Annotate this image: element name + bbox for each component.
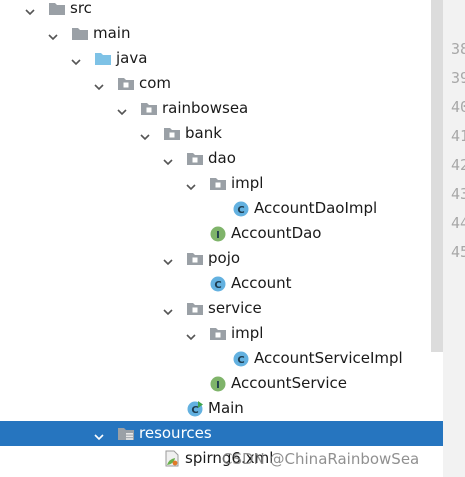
tree-node-main[interactable]: main [0, 21, 443, 46]
package-icon [186, 250, 204, 267]
line-number: 41 [451, 127, 465, 145]
tree-node-label: AccountServiceImpl [254, 349, 403, 367]
tree-node-label: dao [208, 149, 236, 167]
interface-icon: I [209, 375, 227, 392]
line-number: 44 [451, 214, 465, 232]
interface-icon: I [209, 225, 227, 242]
main-class-icon: C [186, 400, 204, 417]
chevron-down-icon[interactable] [25, 3, 35, 16]
tree-node-bank[interactable]: bank [0, 121, 443, 146]
xml-file-icon [163, 450, 181, 467]
chevron-down-icon[interactable] [48, 28, 58, 41]
chevron-down-icon[interactable] [163, 253, 173, 266]
line-number: 39 [451, 69, 465, 87]
svg-text:I: I [216, 380, 220, 391]
tree-node-label: src [70, 0, 92, 17]
watermark: CSDN @ChinaRainbowSea [222, 450, 420, 468]
chevron-down-icon[interactable] [140, 128, 150, 141]
chevron-down-icon[interactable] [94, 78, 104, 91]
tree-node-label: AccountDao [231, 224, 322, 242]
tree-node-dao[interactable]: dao [0, 146, 443, 171]
tree-node-accountserviceimpl[interactable]: C AccountServiceImpl [0, 346, 443, 371]
package-icon [186, 150, 204, 167]
line-number: 42 [451, 156, 465, 174]
tree-node-impl[interactable]: impl [0, 321, 443, 346]
tree-scrollbar[interactable] [431, 0, 443, 352]
tree-node-account[interactable]: C Account [0, 271, 443, 296]
tree-node-label: impl [231, 174, 264, 192]
tree-node-label: rainbowsea [162, 99, 249, 117]
package-icon [163, 125, 181, 142]
tree-node-label: AccountDaoImpl [254, 199, 378, 217]
tree-node-pojo[interactable]: pojo [0, 246, 443, 271]
tree-node-label: service [208, 299, 262, 317]
tree-node-resources[interactable]: resources [0, 421, 443, 446]
chevron-down-icon[interactable] [163, 153, 173, 166]
tree-node-label: AccountService [231, 374, 348, 392]
line-number: 45 [451, 243, 465, 261]
class-icon: C [232, 350, 250, 367]
svg-text:C: C [214, 280, 221, 291]
tree-node-label: pojo [208, 249, 241, 267]
folder-icon [48, 0, 66, 17]
package-icon [186, 300, 204, 317]
chevron-down-icon[interactable] [163, 303, 173, 316]
tree-node-main[interactable]: C Main [0, 396, 443, 421]
tree-node-label: main [93, 24, 131, 42]
tree-node-impl[interactable]: impl [0, 171, 443, 196]
tree-node-label: com [139, 74, 172, 92]
project-tree[interactable]: src main java com rainbowsea bank dao impl C Acco… [0, 0, 443, 477]
package-icon [117, 75, 135, 92]
chevron-down-icon[interactable] [71, 53, 81, 66]
tree-node-accountservice[interactable]: I AccountService [0, 371, 443, 396]
resources-folder-icon [117, 425, 135, 442]
tree-node-label: java [116, 49, 148, 67]
tree-node-label: Main [208, 399, 244, 417]
line-number: 43 [451, 185, 465, 203]
svg-text:I: I [216, 230, 220, 241]
tree-node-accountdaoimpl[interactable]: C AccountDaoImpl [0, 196, 443, 221]
chevron-down-icon[interactable] [117, 103, 127, 116]
package-icon [140, 100, 158, 117]
tree-node-accountdao[interactable]: I AccountDao [0, 221, 443, 246]
tree-node-java[interactable]: java [0, 46, 443, 71]
line-number: 38 [451, 40, 465, 58]
svg-text:C: C [191, 405, 198, 416]
chevron-down-icon[interactable] [94, 428, 104, 441]
package-icon [209, 325, 227, 342]
line-number: 40 [451, 98, 465, 116]
tree-node-rainbowsea[interactable]: rainbowsea [0, 96, 443, 121]
tree-node-src[interactable]: src [0, 0, 443, 21]
tree-node-com[interactable]: com [0, 71, 443, 96]
svg-text:C: C [237, 355, 244, 366]
source-folder-icon [94, 50, 112, 67]
svg-text:C: C [237, 205, 244, 216]
chevron-down-icon[interactable] [186, 328, 196, 341]
class-icon: C [232, 200, 250, 217]
tree-node-label: bank [185, 124, 222, 142]
package-icon [209, 175, 227, 192]
editor-gutter: 38 39 40 41 42 43 44 45 [443, 0, 465, 477]
tree-node-label: resources [139, 424, 212, 442]
chevron-down-icon[interactable] [186, 178, 196, 191]
tree-node-label: impl [231, 324, 264, 342]
folder-icon [71, 25, 89, 42]
class-icon: C [209, 275, 227, 292]
tree-node-label: Account [231, 274, 292, 292]
tree-node-service[interactable]: service [0, 296, 443, 321]
